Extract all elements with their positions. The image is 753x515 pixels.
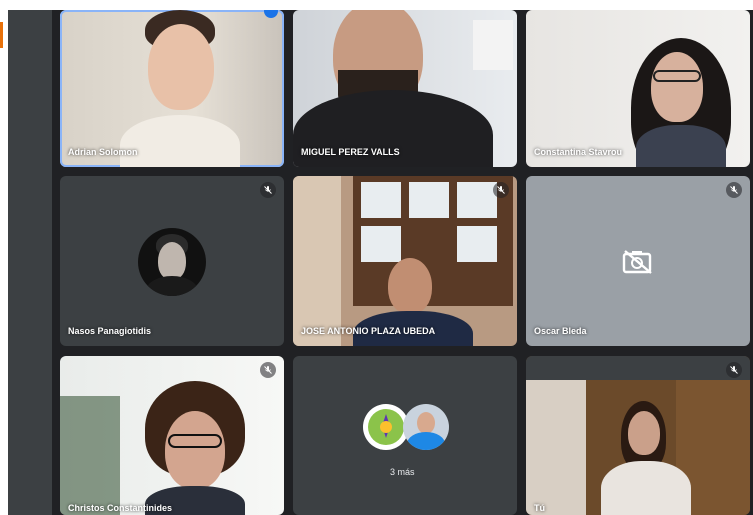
left-edge [0,0,8,515]
tile-top-bar [526,356,750,380]
participant-name: Tú [534,503,545,513]
participant-tile-nasos[interactable]: Nasos Panagiotidis [60,176,284,346]
wall [526,380,586,515]
participant-name: Constantina Stavrou [534,147,623,157]
overflow-tile[interactable]: 3 más [293,356,517,515]
avatar [138,228,206,296]
mic-off-icon [726,362,742,378]
participant-tile-christos[interactable]: Christos Constantinides [60,356,284,515]
participant-tile-oscar[interactable]: Oscar Bleda [526,176,750,346]
person-video [293,10,517,167]
participant-tile-you[interactable]: Tú [526,356,750,515]
wall [293,176,341,346]
participant-name: Adrian Solomon [68,147,138,157]
meet-screen: Adrian Solomon MIGUEL PEREZ VALLS Consta… [0,0,753,515]
mic-off-icon [726,182,742,198]
participant-name: JOSE ANTONIO PLAZA UBEDA [301,326,436,336]
mic-off-icon [260,362,276,378]
mic-off-icon [260,182,276,198]
camera-off-icon [622,248,654,281]
person-video [130,376,260,515]
participant-name: MIGUEL PEREZ VALLS [301,147,400,157]
speaking-indicator [264,10,278,18]
participant-tile-adrian[interactable]: Adrian Solomon [60,10,284,167]
plant [60,396,120,515]
participant-name: Nasos Panagiotidis [68,326,152,336]
orange-accent [0,22,3,48]
person-video [100,10,250,167]
participant-name: Christos Constantinides [68,503,173,513]
person-video [586,401,691,515]
more-participants-label: 3 más [390,467,415,477]
side-panel [8,10,52,515]
participant-name: Oscar Bleda [534,326,587,336]
mic-off-icon [493,182,509,198]
overflow-avatar-2 [403,404,449,450]
participant-tile-miguel[interactable]: MIGUEL PEREZ VALLS [293,10,517,167]
participant-tile-constantina[interactable]: Constantina Stavrou [526,10,750,167]
participant-tile-jose[interactable]: JOSE ANTONIO PLAZA UBEDA [293,176,517,346]
person-video [621,30,741,167]
